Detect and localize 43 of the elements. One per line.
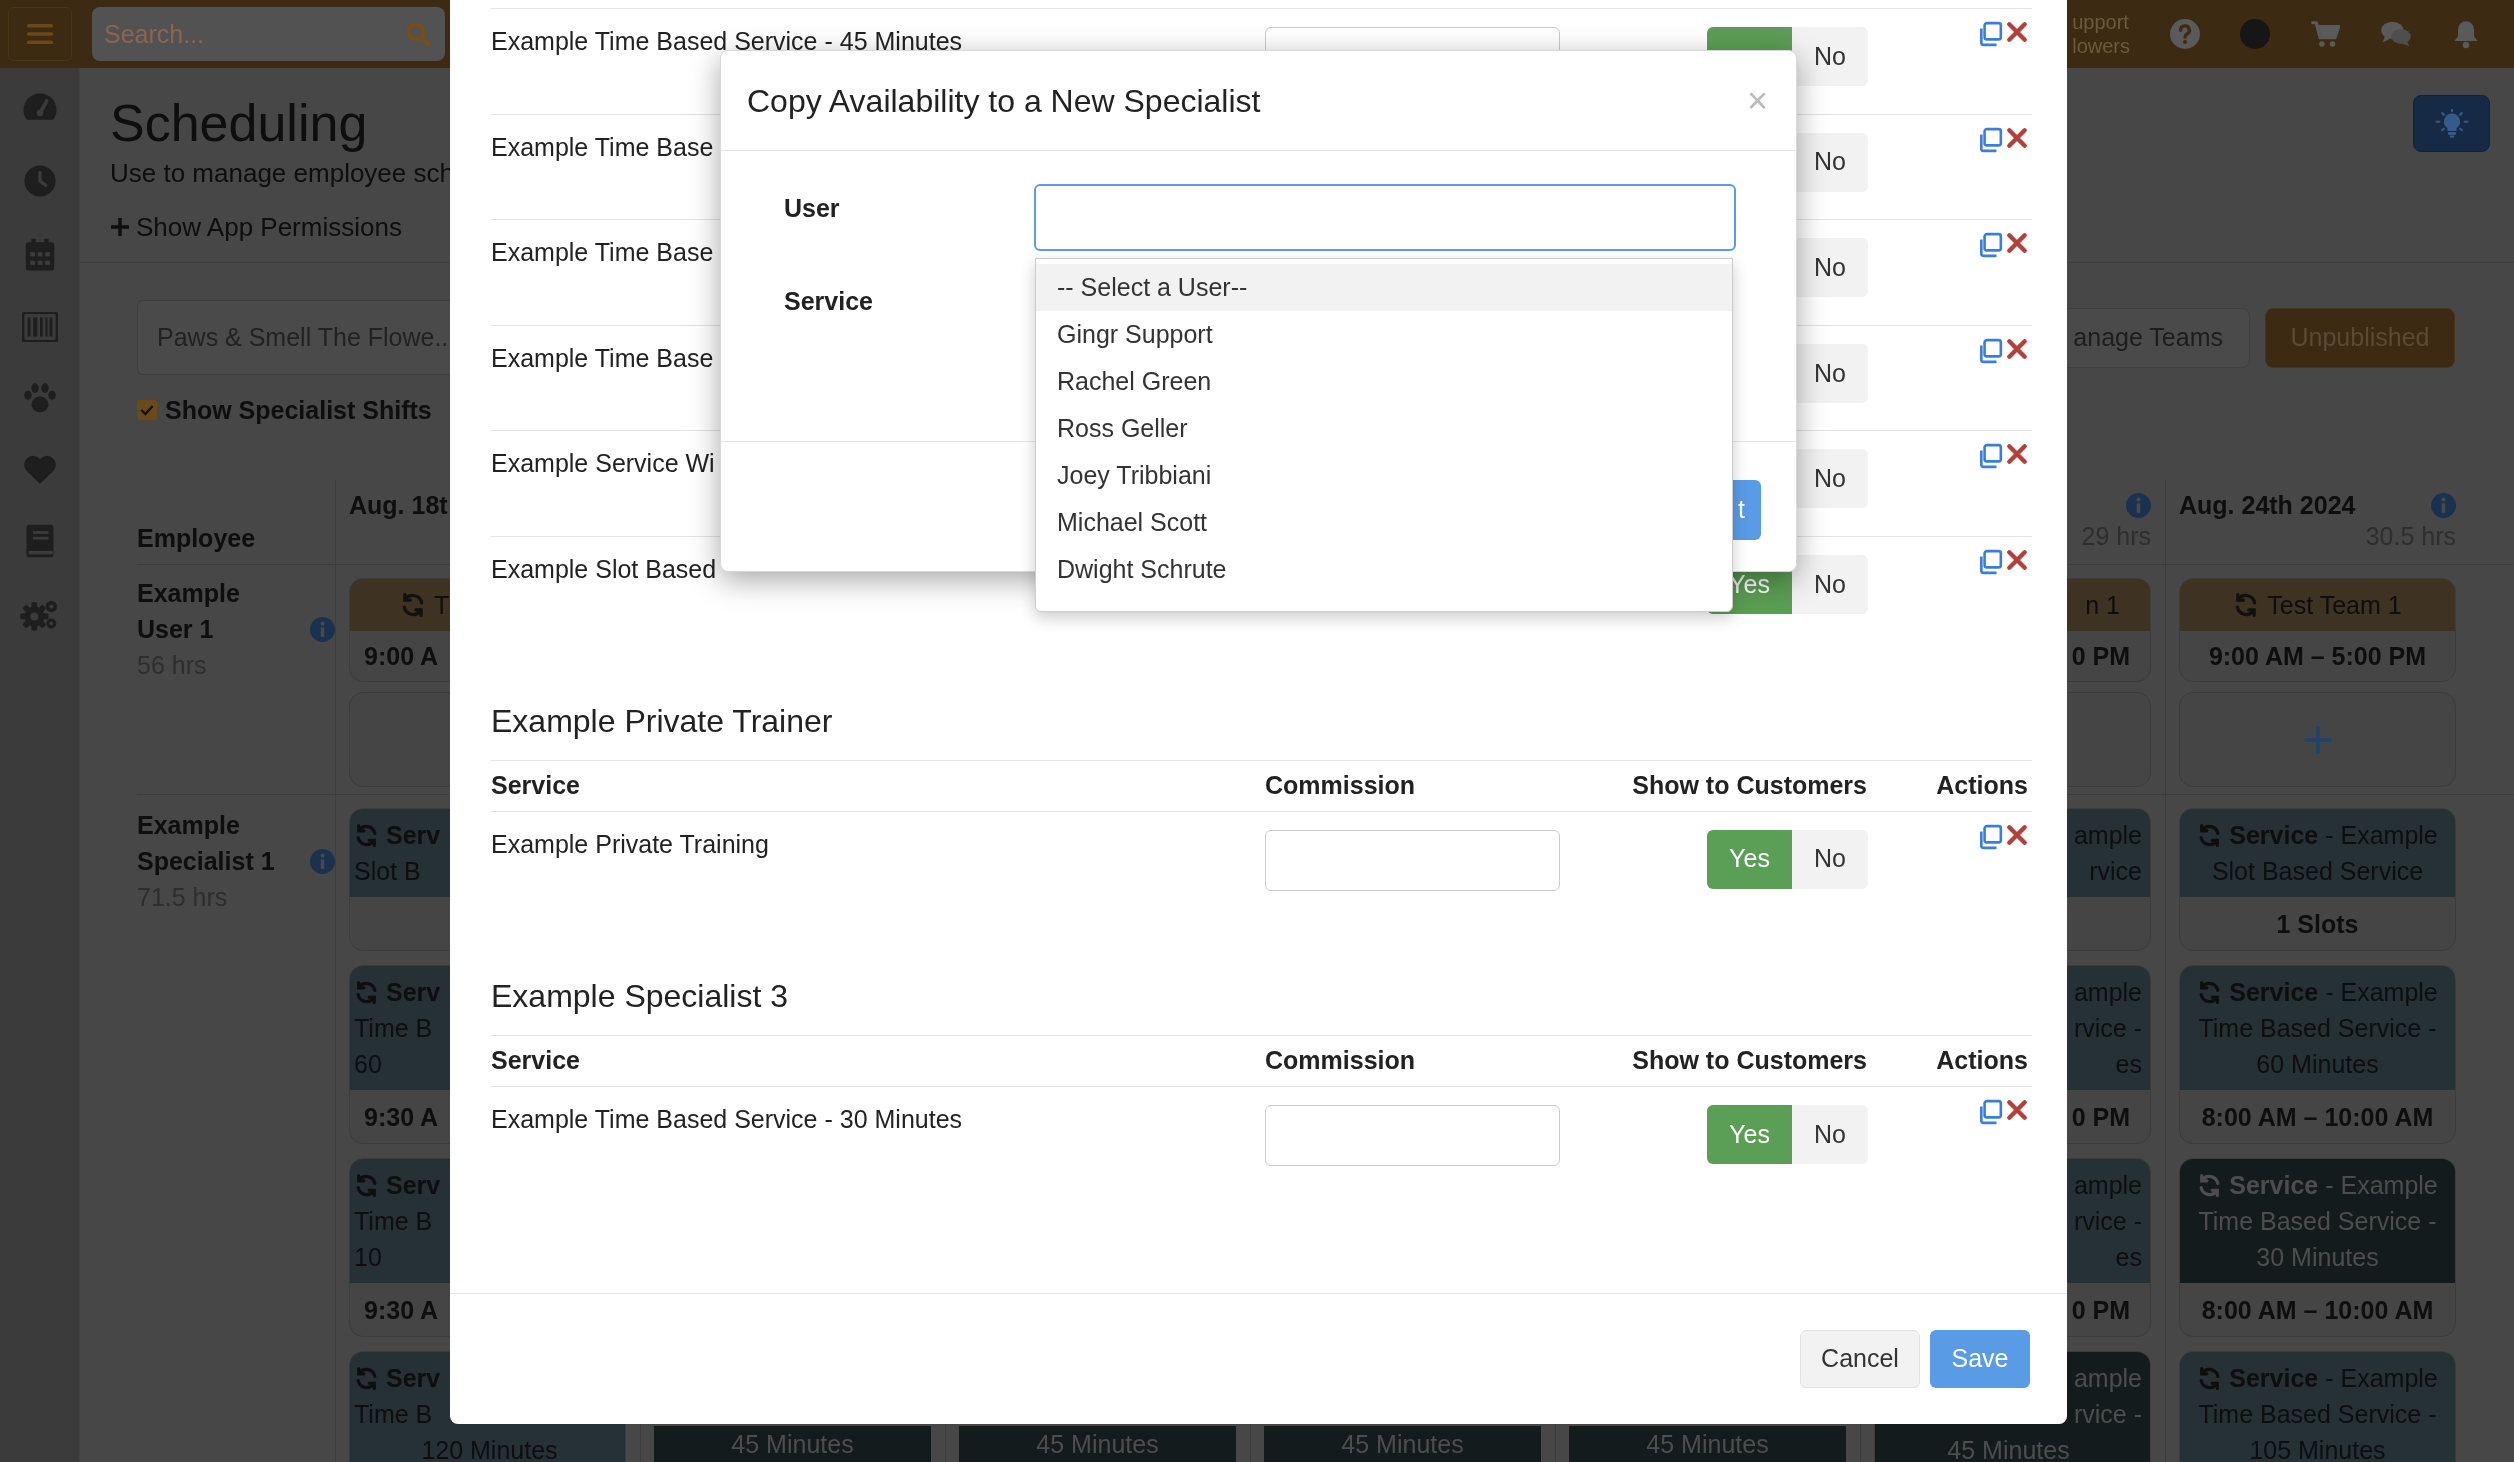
service-name: Example Time Based Service - 45 Minutes — [491, 27, 963, 55]
field-label: Service — [784, 286, 873, 317]
shift-time: 8:00 AM – 10:00 AM — [2201, 1101, 2434, 1133]
column-header: Employee — [137, 523, 257, 554]
service-label: Service — [2229, 1170, 2319, 1201]
service-name: Example Service Wi — [491, 449, 715, 478]
column-header: Show to Customers — [1631, 769, 1868, 801]
field-label: User — [784, 193, 841, 224]
service-duration: 45 Minutes — [1341, 1429, 1464, 1460]
service-title: 30 Minutes — [2256, 1242, 2379, 1273]
column-header: Commission — [1265, 769, 1417, 801]
service-title: rvice - — [2073, 1399, 2142, 1430]
section-title: Example Specialist 3 — [491, 977, 790, 1017]
column-header: Commission — [1265, 1045, 1417, 1077]
column-header: Actions — [1935, 769, 2029, 801]
service-name: Example Private Training — [491, 829, 769, 858]
page-title: Scheduling — [110, 93, 369, 153]
day-header: Aug. 24th 2024 — [2179, 490, 2356, 520]
column-header: Actions — [1935, 1045, 2029, 1077]
service-name: Example Time Based Service - 30 Minutes — [491, 1105, 963, 1134]
service-name: Example Time Base — [491, 132, 714, 161]
column-header: Service — [491, 1045, 581, 1077]
day-header: Aug. 18t — [349, 490, 448, 520]
section-title: Example Private Trainer — [491, 701, 834, 741]
dialog-title: Copy Availability to a New Specialist — [747, 81, 1261, 121]
shift-time: 0 PM — [2071, 1294, 2130, 1326]
shift-time: 8:00 AM – 10:00 AM — [2201, 1294, 2434, 1326]
service-duration: 45 Minutes — [1947, 1435, 2070, 1462]
checkbox-label: Show Specialist Shifts — [165, 395, 432, 426]
service-title: Time Based Service - — [2198, 1206, 2437, 1237]
employee-name: Example Specialist 1 — [137, 810, 276, 877]
column-header: Show to Customers — [1631, 1045, 1868, 1077]
service-name: Example Time Base — [491, 238, 714, 267]
service-title: ample — [2073, 1363, 2142, 1394]
employee-name: Example User 1 — [137, 578, 241, 645]
service-duration: 45 Minutes — [731, 1429, 854, 1460]
service-duration: 45 Minutes — [1036, 1429, 1159, 1460]
column-header: Service — [491, 769, 581, 801]
service-duration: 45 Minutes — [1646, 1429, 1769, 1460]
service-title: - Example — [2325, 1170, 2438, 1201]
service-name: Example Slot Based — [491, 554, 717, 583]
shift-time: 0 PM — [2071, 1101, 2130, 1133]
shift-time: 0 PM — [2071, 641, 2130, 672]
